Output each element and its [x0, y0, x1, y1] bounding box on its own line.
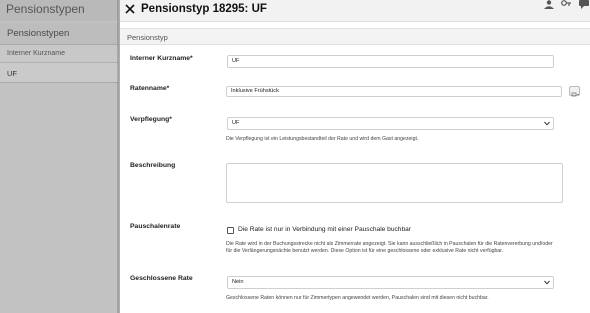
pensionstyp-modal: Pensionstyp 18295: UF Pensionstyp Intern… [120, 0, 590, 313]
modal-header: Pensionstyp 18295: UF [120, 0, 590, 22]
chevron-down-icon [544, 121, 550, 126]
translation-icon [571, 92, 579, 97]
backdrop-panel-header-label: Pensionstypen [7, 28, 70, 39]
backdrop-list-row-label: UF [7, 69, 17, 78]
geschlossene-rate-select-value: Nein [232, 279, 244, 285]
modal-title: Pensionstyp 18295: UF [141, 3, 267, 15]
person-icon[interactable] [543, 0, 555, 9]
section-header: Pensionstyp [120, 28, 590, 45]
geschlossene-rate-help: Geschlossene Raten können nur für Zimmer… [226, 295, 489, 301]
pauschalenrate-help-line-2: für die Verlängerungsnächte benutzt werd… [226, 248, 504, 254]
key-icon[interactable] [560, 0, 572, 9]
geschlossene-rate-label: Geschlossene Rate [130, 275, 193, 282]
kurzname-label: Interner Kurzname* [130, 55, 193, 62]
backdrop-column-header: Interner Kurzname [0, 45, 118, 63]
verpflegung-select[interactable]: UF [227, 117, 554, 130]
pauschalenrate-checkbox-label[interactable]: Die Rate ist nur in Verbindung mit einer… [238, 226, 411, 233]
section-title: Pensionstyp [127, 33, 168, 42]
beschreibung-textarea[interactable] [226, 163, 563, 203]
backdrop-panel-header: Pensionstypen [0, 23, 118, 45]
verpflegung-help: Die Verpflegung ist ein Leistungsbestand… [226, 136, 419, 142]
beschreibung-label: Beschreibung [130, 162, 176, 169]
translation-button[interactable] [569, 86, 580, 97]
pauschalenrate-checkbox[interactable] [227, 227, 234, 234]
verpflegung-select-value: UF [232, 120, 240, 126]
backdrop-column-header-label: Interner Kurzname [7, 50, 65, 57]
close-icon [125, 4, 135, 14]
geschlossene-rate-select[interactable]: Nein [227, 276, 554, 289]
chevron-down-icon [544, 280, 550, 285]
verpflegung-label: Verpflegung* [130, 116, 172, 123]
backdrop-list-row[interactable]: UF [0, 63, 118, 83]
pauschalenrate-label: Pauschalenrate [130, 223, 181, 230]
ratenname-input[interactable]: Inklusive Frühstück [226, 86, 562, 97]
kurzname-input[interactable]: UF [227, 55, 554, 68]
close-button[interactable] [123, 2, 137, 16]
ratenname-label: Ratenname* [130, 85, 170, 92]
backdrop-page-title: Pensionstypen [6, 2, 85, 16]
chat-icon[interactable] [578, 0, 590, 9]
